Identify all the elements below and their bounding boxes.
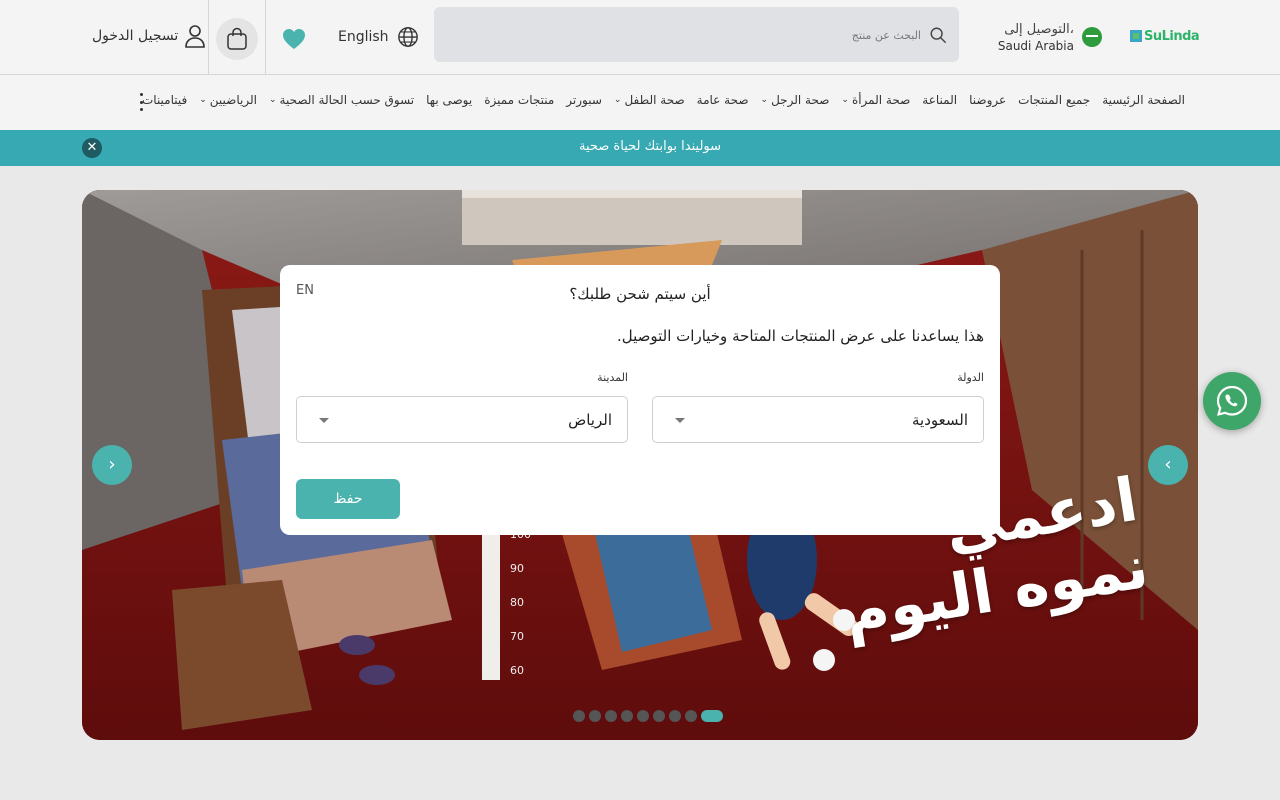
login-button[interactable]: تسجيل الدخول: [92, 24, 206, 48]
saudi-flag-icon: [1082, 27, 1102, 47]
delivery-location[interactable]: التوصيل إلى، Saudi Arabia: [990, 22, 1102, 54]
slider-dot[interactable]: [621, 710, 633, 722]
heart-icon[interactable]: [282, 28, 306, 50]
bag-icon: [227, 27, 247, 50]
delivery-label: التوصيل إلى،: [1004, 22, 1074, 37]
nav-item-label: فيتامينات: [141, 93, 188, 107]
chevron-down-icon: ⌄: [841, 95, 849, 105]
height-mark-label: 80: [510, 596, 524, 609]
search-input[interactable]: [461, 25, 921, 45]
nav-item[interactable]: جميع المنتجات: [1012, 93, 1096, 107]
cart-button[interactable]: [216, 18, 258, 60]
kebab-icon[interactable]: [138, 93, 144, 111]
nav-item[interactable]: ⌄ تسوق حسب الحالة الصحية: [263, 93, 420, 107]
site-header: SuLinda التوصيل إلى، Saudi Arabia Englis…: [0, 0, 1280, 75]
height-mark-label: 70: [510, 630, 524, 643]
nav-item[interactable]: صحة عامة: [691, 93, 755, 107]
chevron-down-icon: ⌄: [760, 95, 769, 105]
banner-text: سوليندا بوابتك لحياة صحية: [578, 139, 722, 154]
nav-item-label: يوصى بها: [426, 93, 473, 107]
slider-dots: [573, 710, 723, 722]
nav-item[interactable]: عروضنا: [963, 93, 1012, 107]
slider-dot[interactable]: [605, 710, 617, 722]
language-label: English: [338, 29, 389, 45]
logo-mark-icon: [1130, 30, 1142, 42]
height-mark-label: 90: [510, 562, 524, 575]
nav-item-label: عروضنا: [969, 93, 1007, 107]
nav-item-label: سبورتر: [566, 93, 602, 107]
login-label: تسجيل الدخول: [92, 28, 179, 44]
city-select[interactable]: الرياض: [296, 396, 628, 443]
whatsapp-button[interactable]: [1203, 372, 1261, 430]
slider-dot[interactable]: [589, 710, 601, 722]
country-select[interactable]: السعودية: [652, 396, 984, 443]
slider-dot[interactable]: [637, 710, 649, 722]
globe-icon: [397, 27, 418, 47]
modal-title: أين سيتم شحن طلبك؟: [569, 285, 711, 303]
nav-item[interactable]: ⌄ صحة الرجل: [755, 93, 836, 107]
nav-item-label: صحة الرجل: [771, 93, 830, 107]
chevron-down-icon: ⌄: [613, 95, 622, 105]
city-label: المدينة: [597, 371, 628, 384]
nav-item[interactable]: ⌄ صحة المرأة: [835, 93, 916, 107]
nav-item[interactable]: فيتامينات: [136, 93, 193, 107]
nav-item[interactable]: ⌄ صحة الطفل: [608, 93, 691, 107]
chevron-down-icon: ⌄: [199, 95, 207, 105]
slider-prev-button[interactable]: ‹: [1148, 445, 1188, 485]
slider-dot[interactable]: [701, 710, 723, 722]
nav-item-label: منتجات مميزة: [484, 93, 555, 107]
nav-list: الصفحة الرئيسية جميع المنتجات عروضنا المناع…: [136, 93, 1191, 107]
whatsapp-icon: [1216, 385, 1248, 416]
height-mark-label: 60: [510, 664, 524, 677]
country-label: الدولة: [957, 371, 984, 384]
country-value: السعودية: [911, 411, 968, 429]
nav-item[interactable]: المناعة: [916, 93, 963, 107]
delivery-country: Saudi Arabia: [997, 39, 1074, 53]
nav-item-label: صحة الطفل: [624, 93, 685, 107]
save-button[interactable]: حفظ: [296, 479, 400, 519]
slider-dot[interactable]: [653, 710, 665, 722]
slider-dot[interactable]: [685, 710, 697, 722]
nav-item[interactable]: يوصى بها: [420, 93, 478, 107]
nav-item[interactable]: ⌄ الرياضيين: [193, 93, 263, 107]
close-icon[interactable]: ✕: [82, 138, 102, 158]
promo-banner: سوليندا بوابتك لحياة صحية ✕: [0, 130, 1280, 166]
header-divider: [265, 0, 266, 75]
modal-description: هذا يساعدنا على عرض المنتجات المتاحة وخي…: [616, 327, 984, 345]
user-icon: [185, 25, 206, 48]
language-switch[interactable]: English: [338, 25, 419, 49]
slider-dot[interactable]: [573, 710, 585, 722]
chevron-down-icon: ⌄: [268, 95, 277, 105]
city-value: الرياض: [568, 411, 612, 429]
nav-item-label: جميع المنتجات: [1018, 93, 1091, 107]
nav-item[interactable]: سبورتر: [560, 93, 608, 107]
slider-next-button[interactable]: ›: [92, 445, 132, 485]
slider-dot[interactable]: [669, 710, 681, 722]
site-logo[interactable]: SuLinda: [1130, 28, 1200, 44]
header-divider: [208, 0, 209, 75]
search-bar: [434, 7, 959, 62]
chevron-down-icon: [675, 418, 685, 423]
nav-item-label: صحة المرأة: [851, 93, 911, 107]
nav-item-label: المناعة: [922, 93, 958, 107]
main-nav: الصفحة الرئيسية جميع المنتجات عروضنا المناع…: [0, 75, 1280, 130]
nav-item-label: صحة عامة: [696, 93, 749, 107]
search-icon[interactable]: [929, 26, 947, 44]
nav-item-label: الصفحة الرئيسية: [1102, 93, 1185, 107]
nav-item[interactable]: منتجات مميزة: [478, 93, 560, 107]
nav-item-label: الرياضيين: [209, 93, 257, 107]
nav-item-label: تسوق حسب الحالة الصحية: [279, 93, 415, 107]
chevron-down-icon: [319, 418, 329, 423]
logo-text: SuLinda: [1144, 28, 1200, 44]
nav-item[interactable]: الصفحة الرئيسية: [1096, 93, 1191, 107]
shipping-modal: EN أين سيتم شحن طلبك؟ هذا يساعدنا على عر…: [280, 265, 1000, 535]
